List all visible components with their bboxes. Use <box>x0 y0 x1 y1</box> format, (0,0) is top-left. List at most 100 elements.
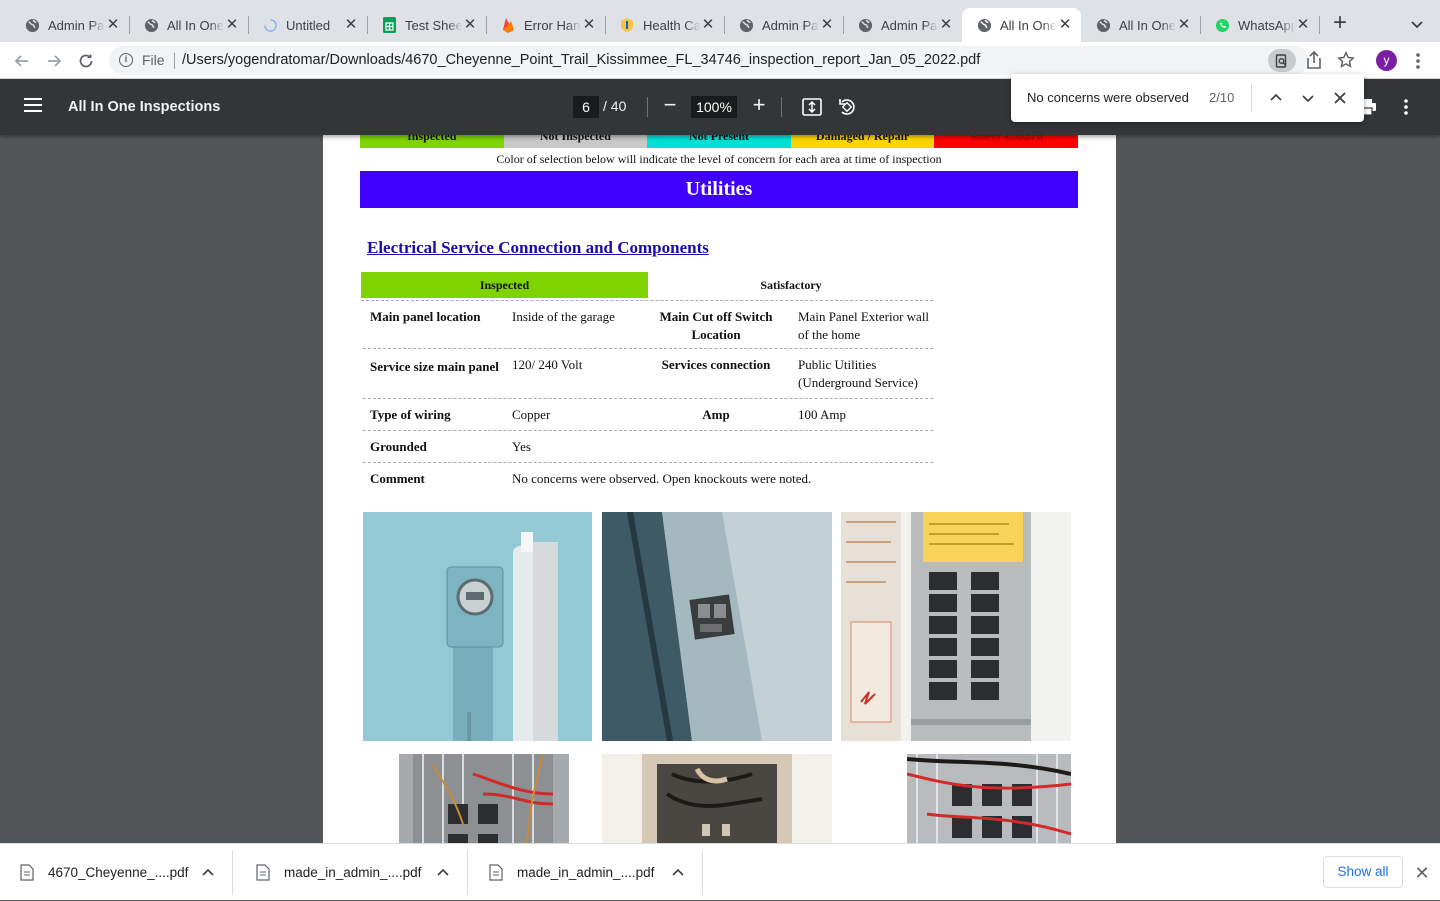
spec-key: Service size main panel <box>370 359 499 374</box>
close-tab-icon[interactable]: ✕ <box>343 17 359 33</box>
spec-key: Grounded <box>370 439 427 454</box>
pdf-page: Inspected Not Inspected Not Present Dama… <box>323 135 1116 843</box>
legend-inspected: Inspected <box>360 135 504 148</box>
spec-value: Copper <box>512 407 551 422</box>
tab-title: Error Handling <box>524 17 581 33</box>
pdf-document-area[interactable]: Inspected Not Inspected Not Present Dama… <box>0 135 1440 843</box>
download-filename: made_in_admin_....pdf <box>517 865 655 880</box>
url-text[interactable]: /Users/yogendratomar/Downloads/4670_Chey… <box>182 52 980 68</box>
tab-admin-panel-1[interactable]: Admin Panel ✕ <box>10 8 130 42</box>
status-badge: Inspected <box>361 272 648 298</box>
download-item[interactable]: 4670_Cheyenne_....pdf <box>0 844 233 901</box>
legend-not-inspected: Not Inspected <box>503 135 648 148</box>
legend-note: Color of selection below will indicate t… <box>496 152 942 166</box>
section-title: Utilities <box>360 171 1078 208</box>
sheets-icon <box>381 17 397 33</box>
close-tab-icon[interactable]: ✕ <box>938 17 954 33</box>
url-scheme-label: File <box>142 52 165 68</box>
forward-arrow-icon[interactable] <box>42 49 66 73</box>
subsection-link[interactable]: Electrical Service Connection and Compon… <box>367 238 709 258</box>
spec-row: Grounded Yes <box>363 431 933 463</box>
close-tab-icon[interactable]: ✕ <box>819 17 835 33</box>
reload-icon[interactable] <box>74 49 98 73</box>
close-shelf-icon[interactable]: ✕ <box>1412 863 1432 883</box>
zoom-in-button[interactable]: + <box>748 94 770 117</box>
new-tab-button[interactable]: + <box>1329 11 1351 35</box>
chevron-up-icon[interactable] <box>436 866 450 880</box>
more-actions-icon[interactable] <box>1395 96 1417 118</box>
zoom-level-input[interactable]: 100% <box>691 96 737 118</box>
close-find-icon[interactable] <box>1330 88 1350 108</box>
bookmark-star-icon[interactable] <box>1336 50 1356 70</box>
tab-admin-panel-2[interactable]: Admin Panel ✕ <box>724 8 844 42</box>
close-tab-icon[interactable]: ✕ <box>1176 17 1192 33</box>
legend-damaged-repair: Damaged / Repair <box>790 135 935 148</box>
tab-test-sheet[interactable]: Test Sheet ✕ <box>367 8 487 42</box>
tab-title: Admin Panel <box>762 17 819 33</box>
chevron-up-icon[interactable] <box>201 866 215 880</box>
close-tab-icon[interactable]: ✕ <box>581 17 597 33</box>
photo-electric-meter[interactable] <box>363 512 592 741</box>
tab-title: Admin Panel <box>881 17 938 33</box>
download-shelf: 4670_Cheyenne_....pdf made_in_admin_....… <box>0 843 1440 900</box>
photo-panel-wiring-1[interactable] <box>363 754 589 843</box>
show-all-button[interactable]: Show all <box>1323 856 1403 888</box>
tab-all-in-one-1[interactable]: All In One ✕ <box>129 8 249 42</box>
tab-untitled[interactable]: Untitled ✕ <box>248 8 368 42</box>
download-item[interactable]: made_in_admin_....pdf <box>469 844 703 901</box>
tab-all-in-one-2[interactable]: All In One ✕ <box>1081 8 1201 42</box>
photo-main-disconnect[interactable] <box>602 512 832 741</box>
globe-icon <box>738 17 754 33</box>
download-divider <box>702 850 703 895</box>
tab-whatsapp[interactable]: WhatsApp ✕ <box>1200 8 1320 42</box>
pdf-file-icon <box>489 864 503 881</box>
tab-health-care[interactable]: Health Care ✕ <box>605 8 725 42</box>
close-tab-icon[interactable]: ✕ <box>462 17 478 33</box>
find-in-page-icon[interactable] <box>1268 49 1296 72</box>
spec-key-2: Amp <box>702 407 730 422</box>
photo-panel-wiring-3[interactable] <box>907 754 1071 843</box>
chevron-up-icon[interactable] <box>671 866 685 880</box>
page-number-input[interactable]: 6 <box>573 96 599 118</box>
spec-row: Type of wiring Copper Amp 100 Amp <box>363 399 933 431</box>
rotate-icon[interactable] <box>836 96 858 118</box>
tab-all-in-one-active[interactable]: All In One ✕ <box>962 8 1081 42</box>
spec-row: Main panel location Inside of the garage… <box>363 299 933 349</box>
chevron-up-icon[interactable] <box>1266 88 1286 108</box>
close-tab-icon[interactable]: ✕ <box>105 17 121 33</box>
address-bar[interactable]: i File /Users/yogendratomar/Downloads/46… <box>109 46 1309 75</box>
hamburger-menu-icon[interactable] <box>24 98 42 112</box>
spec-value: No concerns were observed. Open knockout… <box>512 471 812 486</box>
close-tab-icon[interactable]: ✕ <box>1295 17 1311 33</box>
site-info-icon[interactable]: i <box>119 53 133 67</box>
chevron-down-icon[interactable] <box>1298 88 1318 108</box>
find-match-count: 2/10 <box>1209 90 1235 105</box>
tab-admin-panel-3[interactable]: Admin Panel ✕ <box>843 8 962 42</box>
globe-icon <box>24 17 40 33</box>
tab-error-handling[interactable]: Error Handling ✕ <box>486 8 606 42</box>
legend-safety-hazard: Safety Hazard <box>934 135 1078 148</box>
tab-divider <box>1319 16 1320 34</box>
photo-breaker-panel[interactable] <box>841 512 1071 741</box>
share-icon[interactable] <box>1304 50 1324 70</box>
download-filename: 4670_Cheyenne_....pdf <box>48 865 189 880</box>
profile-avatar[interactable]: y <box>1376 50 1397 71</box>
spec-key: Type of wiring <box>370 407 451 422</box>
spec-row: Comment No concerns were observed. Open … <box>363 463 933 495</box>
fit-to-page-icon[interactable] <box>801 96 823 118</box>
spec-key: Comment <box>370 471 425 486</box>
find-query-input[interactable]: No concerns were observed <box>1027 90 1189 105</box>
zoom-out-button[interactable]: − <box>659 94 681 117</box>
back-arrow-icon[interactable] <box>10 49 34 73</box>
photo-panel-wiring-2[interactable] <box>602 754 832 843</box>
tab-search-chevron-icon[interactable] <box>1407 14 1427 34</box>
close-tab-icon[interactable]: ✕ <box>700 17 716 33</box>
toolbar-divider <box>647 97 648 117</box>
spec-key-2: Services connection <box>661 357 771 372</box>
close-tab-icon[interactable]: ✕ <box>224 17 240 33</box>
globe-icon <box>143 17 159 33</box>
tab-title: All In One <box>1000 17 1057 33</box>
close-tab-icon[interactable]: ✕ <box>1057 17 1073 33</box>
download-item[interactable]: made_in_admin_....pdf <box>236 844 468 901</box>
browser-menu-icon[interactable] <box>1410 51 1426 71</box>
